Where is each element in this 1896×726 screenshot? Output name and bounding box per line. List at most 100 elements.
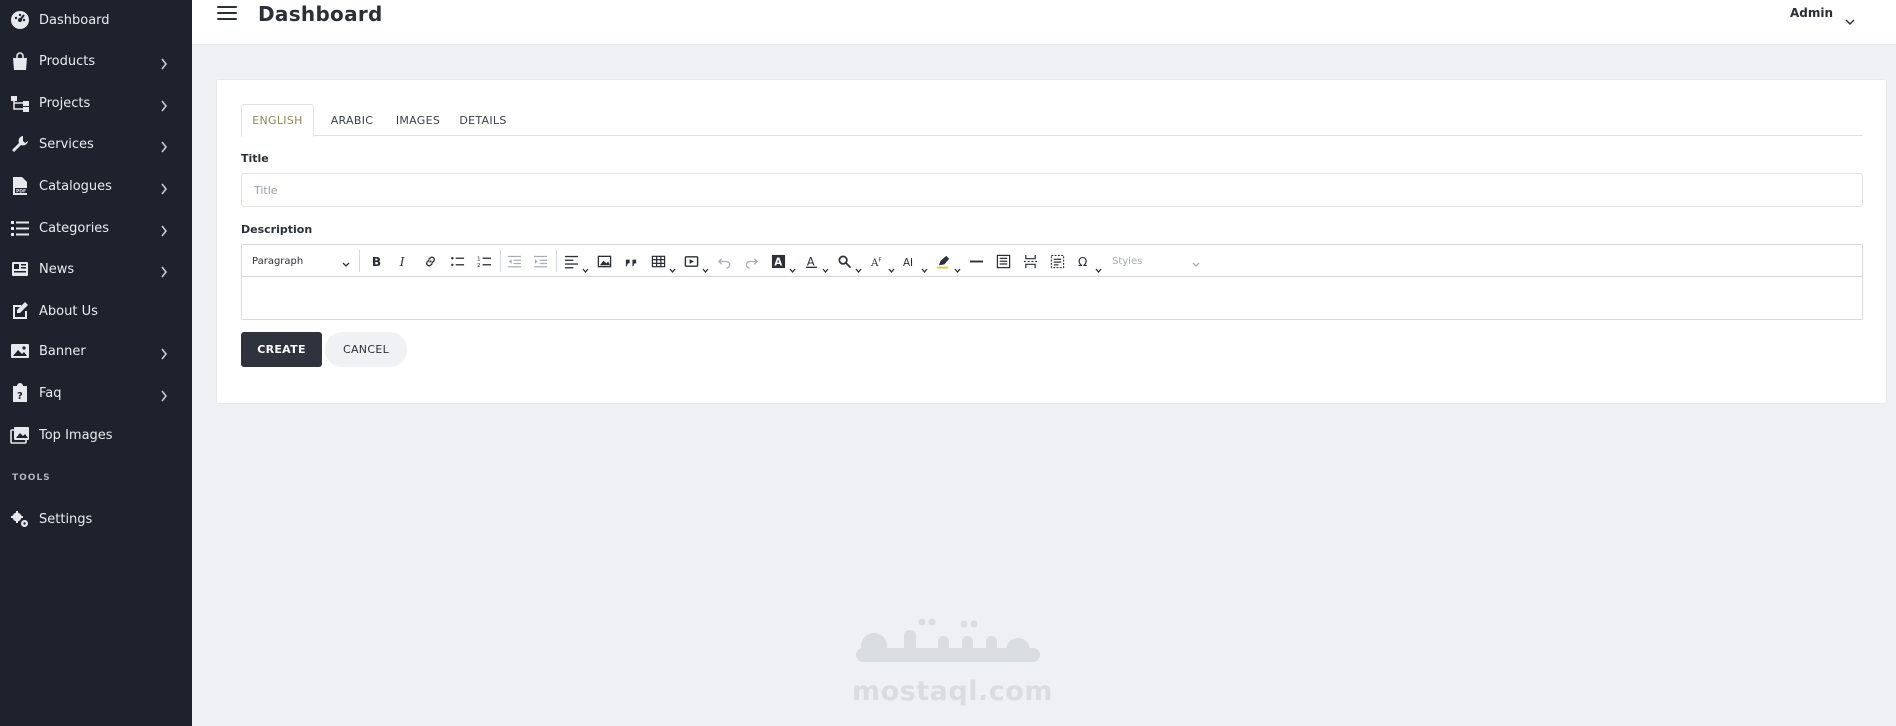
sidebar-item-projects[interactable]: Projects bbox=[0, 88, 192, 118]
user-menu[interactable]: Admin bbox=[1790, 6, 1855, 25]
bulleted-list-icon[interactable] bbox=[449, 253, 465, 269]
sidebar-item-label: Settings bbox=[39, 511, 93, 527]
outdent-icon[interactable] bbox=[506, 253, 522, 269]
chevron-right-icon bbox=[160, 97, 168, 112]
gears-icon bbox=[10, 509, 30, 529]
question-clipboard-icon: ? bbox=[10, 383, 30, 403]
description-label: Description bbox=[241, 223, 313, 236]
select-all-icon[interactable] bbox=[1049, 253, 1065, 269]
svg-text:AI: AI bbox=[903, 257, 913, 269]
media-embed-icon[interactable] bbox=[683, 253, 699, 269]
svg-text:A: A bbox=[806, 255, 814, 268]
chevron-down-icon[interactable] bbox=[888, 258, 895, 274]
align-left-icon[interactable] bbox=[563, 253, 579, 269]
insert-image-icon[interactable] bbox=[596, 253, 612, 269]
tab-arabic[interactable]: ARABIC bbox=[317, 104, 387, 137]
highlight-icon[interactable] bbox=[935, 253, 951, 269]
redo-icon[interactable] bbox=[743, 253, 759, 269]
chevron-right-icon bbox=[160, 387, 168, 402]
svg-text:1: 1 bbox=[477, 256, 481, 262]
table-icon[interactable] bbox=[650, 253, 666, 269]
cancel-button[interactable]: CANCEL bbox=[325, 332, 407, 367]
chevron-down-icon[interactable] bbox=[921, 258, 928, 274]
chevron-right-icon bbox=[160, 138, 168, 153]
special-characters-icon[interactable]: Ω bbox=[1076, 253, 1092, 269]
title-input[interactable] bbox=[241, 173, 1863, 207]
create-button[interactable]: CREATE bbox=[241, 332, 322, 367]
font-background-color-icon[interactable]: A bbox=[770, 253, 786, 269]
heading-select[interactable]: Paragraph bbox=[252, 245, 352, 277]
svg-text:A: A bbox=[774, 256, 782, 268]
chevron-right-icon bbox=[160, 180, 168, 195]
sidebar-item-services[interactable]: Services bbox=[0, 129, 192, 159]
tab-english[interactable]: ENGLISH bbox=[241, 104, 314, 137]
bold-icon[interactable]: B bbox=[368, 253, 384, 269]
sidebar-item-label: Faq bbox=[39, 385, 62, 401]
styles-select[interactable]: Styles bbox=[1112, 245, 1202, 277]
mostaql-logo bbox=[856, 618, 1040, 662]
chevron-down-icon bbox=[342, 259, 350, 267]
sidebar-item-catalogues[interactable]: PDF Catalogues bbox=[0, 171, 192, 201]
font-size-icon[interactable]: AI bbox=[902, 253, 918, 269]
create-form-card: ENGLISH ARABIC IMAGES DETAILS Title Desc… bbox=[216, 79, 1887, 404]
language-tabs: ENGLISH ARABIC IMAGES DETAILS bbox=[241, 104, 1863, 137]
chevron-down-icon[interactable] bbox=[954, 258, 961, 274]
tab-images[interactable]: IMAGES bbox=[388, 104, 448, 137]
chevron-down-icon[interactable] bbox=[702, 258, 709, 274]
title-label: Title bbox=[241, 152, 269, 165]
chevron-right-icon bbox=[160, 345, 168, 360]
page-break-icon[interactable] bbox=[1022, 253, 1038, 269]
svg-text:?: ? bbox=[17, 391, 23, 402]
font-color-icon[interactable]: A bbox=[803, 253, 819, 269]
svg-text:I: I bbox=[398, 255, 404, 269]
sidebar-item-dashboard[interactable]: Dashboard bbox=[0, 5, 192, 35]
tab-details[interactable]: DETAILS bbox=[451, 104, 515, 137]
link-icon[interactable] bbox=[422, 253, 438, 269]
sidebar-item-products[interactable]: Products bbox=[0, 46, 192, 76]
sidebar-item-settings[interactable]: Settings bbox=[0, 504, 192, 534]
editor-toolbar: Paragraph B I 12 A A A F AI Ω Styles bbox=[242, 245, 1862, 277]
chevron-right-icon bbox=[160, 263, 168, 278]
undo-icon[interactable] bbox=[716, 253, 732, 269]
svg-text:Ω: Ω bbox=[1077, 255, 1086, 269]
italic-icon[interactable]: I bbox=[395, 253, 411, 269]
tools-heading: TOOLS bbox=[12, 473, 51, 483]
chevron-down-icon[interactable] bbox=[789, 258, 796, 274]
toolbar-divider bbox=[500, 250, 501, 272]
svg-text:B: B bbox=[371, 255, 380, 269]
horizontal-line-icon[interactable] bbox=[968, 253, 984, 269]
sidebar-item-label: Products bbox=[39, 53, 96, 69]
svg-text:2: 2 bbox=[477, 263, 481, 269]
chevron-down-icon[interactable] bbox=[822, 258, 829, 274]
sidebar-item-banner[interactable]: Banner bbox=[0, 336, 192, 366]
html-embed-icon[interactable] bbox=[995, 253, 1011, 269]
find-replace-icon[interactable] bbox=[836, 253, 852, 269]
sidebar-item-news[interactable]: News bbox=[0, 254, 192, 284]
heading-select-value: Paragraph bbox=[252, 255, 304, 267]
sidebar-item-categories[interactable]: Categories bbox=[0, 213, 192, 243]
font-family-icon[interactable]: AF bbox=[869, 253, 885, 269]
sitemap-icon bbox=[10, 93, 30, 113]
mostaql-watermark: mostaql.com bbox=[852, 616, 1052, 716]
chevron-down-icon bbox=[1192, 259, 1200, 267]
chevron-right-icon bbox=[160, 55, 168, 70]
page-title: Dashboard bbox=[258, 2, 383, 26]
menu-toggle-icon[interactable] bbox=[217, 6, 237, 22]
chevron-down-icon[interactable] bbox=[1095, 258, 1102, 274]
chevron-right-icon bbox=[160, 222, 168, 237]
newspaper-icon bbox=[10, 259, 30, 279]
list-icon bbox=[10, 218, 30, 238]
sidebar-item-about-us[interactable]: About Us bbox=[0, 296, 192, 326]
sidebar-item-label: Top Images bbox=[39, 427, 113, 443]
chevron-down-icon[interactable] bbox=[669, 258, 676, 274]
indent-icon[interactable] bbox=[532, 253, 548, 269]
sidebar-item-top-images[interactable]: Top Images bbox=[0, 420, 192, 450]
numbered-list-icon[interactable]: 12 bbox=[476, 253, 492, 269]
blockquote-icon[interactable] bbox=[623, 253, 639, 269]
chevron-down-icon[interactable] bbox=[855, 258, 862, 274]
sidebar-item-faq[interactable]: ? Faq bbox=[0, 378, 192, 408]
toolbar-divider bbox=[556, 250, 557, 272]
description-editor-area[interactable] bbox=[242, 278, 1862, 319]
rich-text-editor: Paragraph B I 12 A A A F AI Ω Styles bbox=[241, 244, 1863, 320]
chevron-down-icon[interactable] bbox=[582, 258, 589, 274]
